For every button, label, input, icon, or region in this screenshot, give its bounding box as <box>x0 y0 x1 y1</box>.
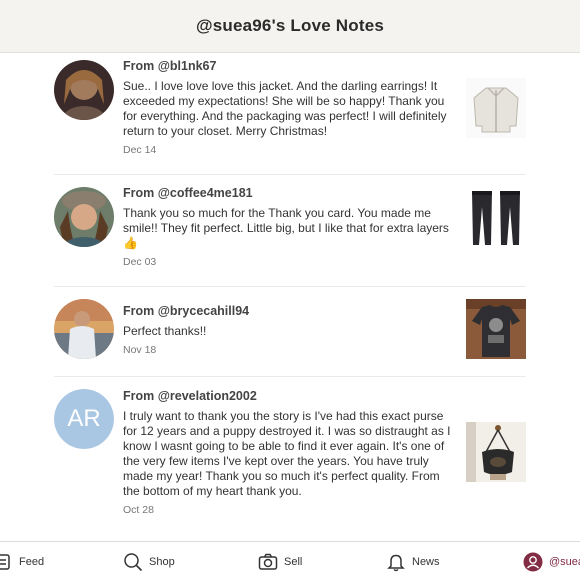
listing-thumbnail[interactable] <box>466 78 526 138</box>
note-divider <box>54 376 526 377</box>
listing-thumbnail[interactable] <box>466 422 526 482</box>
avatar[interactable] <box>54 187 114 247</box>
feed-icon <box>0 553 10 570</box>
nav-item-sell[interactable]: Sell <box>258 542 302 580</box>
note-body: From @bl1nk67 Sue.. I love love love thi… <box>123 59 453 156</box>
nav-label: Sell <box>284 555 303 568</box>
pants-photo-icon <box>466 187 526 247</box>
note-divider <box>54 286 526 287</box>
profile-icon <box>523 552 543 571</box>
nav-label: Feed <box>19 555 45 568</box>
user-photo-icon <box>54 187 114 247</box>
nav-label: @suea9 <box>549 555 580 568</box>
note-date: Dec 03 <box>123 256 157 268</box>
page-title: @suea96's Love Notes <box>195 16 385 35</box>
camera-icon <box>258 553 278 570</box>
purse-photo-icon <box>466 422 526 482</box>
note-message: Perfect thanks!! <box>123 324 207 338</box>
nav-item-shop[interactable]: Shop <box>123 542 175 580</box>
note-body: From @coffee4me181 Thank you so much for… <box>123 186 453 268</box>
nav-item-profile[interactable]: @suea9 <box>523 542 580 580</box>
note-message: Thank you so much for the Thank you card… <box>123 206 449 250</box>
note-date: Nov 18 <box>123 344 157 356</box>
avatar[interactable] <box>54 299 114 359</box>
note-body: From @revelation2002 I truly want to tha… <box>123 389 453 516</box>
avatar[interactable]: AR <box>54 389 114 449</box>
note-sender[interactable]: From @brycecahill94 <box>123 304 453 318</box>
nav-item-feed[interactable]: Feed <box>0 542 44 580</box>
nav-item-news[interactable]: News <box>386 542 440 580</box>
user-photo-icon <box>54 299 114 359</box>
bell-icon <box>387 554 405 571</box>
listing-thumbnail[interactable] <box>466 187 526 247</box>
jacket-photo-icon <box>466 78 526 138</box>
note-sender[interactable]: From @revelation2002 <box>123 389 453 403</box>
search-icon <box>124 552 143 571</box>
note-date: Dec 14 <box>123 144 157 156</box>
note-message: I truly want to thank you the story is I… <box>123 409 451 498</box>
page-header: @suea96's Love Notes <box>0 0 580 53</box>
listing-thumbnail[interactable] <box>466 299 526 359</box>
avatar-initials: AR <box>54 389 114 449</box>
note-message: Sue.. I love love love this jacket. And … <box>123 79 447 138</box>
note-date: Oct 28 <box>123 504 154 516</box>
note-sender[interactable]: From @bl1nk67 <box>123 59 453 73</box>
note-divider <box>54 174 526 175</box>
love-notes-list[interactable]: From @bl1nk67 Sue.. I love love love thi… <box>0 53 580 541</box>
avatar[interactable] <box>54 60 114 120</box>
nav-label: Shop <box>149 555 175 568</box>
note-body: From @brycecahill94 Perfect thanks!! Nov… <box>123 304 453 356</box>
note-sender[interactable]: From @coffee4me181 <box>123 186 453 200</box>
tshirt-photo-icon <box>466 299 526 359</box>
user-photo-icon <box>54 60 114 120</box>
bottom-nav: Feed Shop Sell News @suea9 <box>0 541 580 580</box>
nav-label: News <box>412 555 440 568</box>
